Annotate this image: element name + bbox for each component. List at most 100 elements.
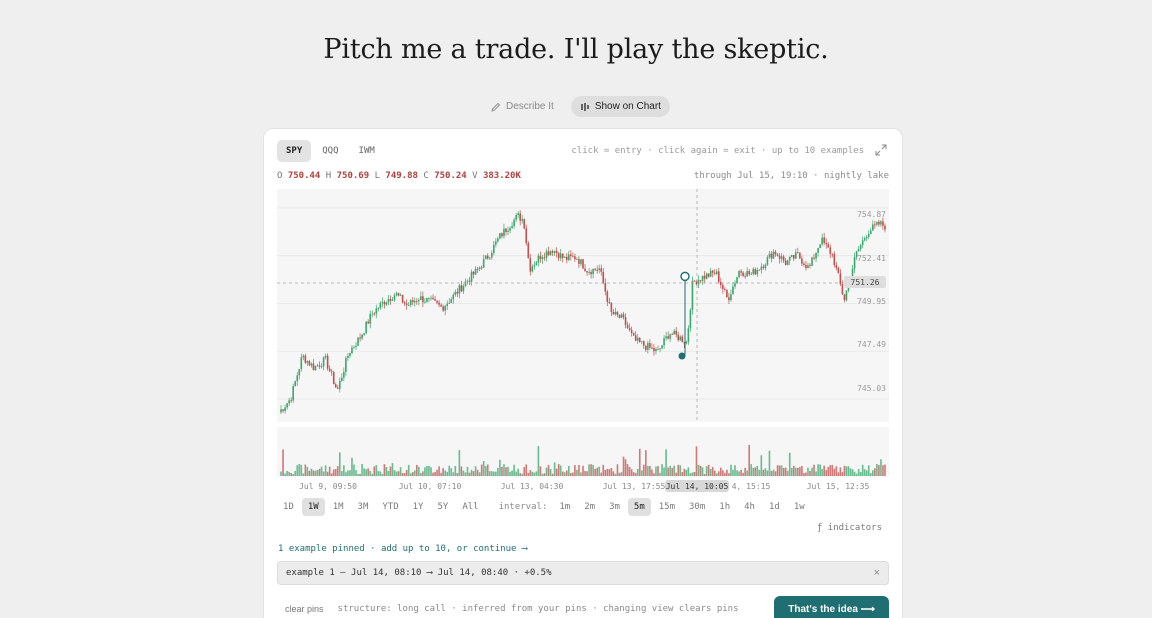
interval-4h[interactable]: 4h [738,498,761,516]
candle [521,219,524,221]
clear-pins-button[interactable]: clear pins [277,604,332,614]
volume-bar [874,468,876,476]
volume-bar [292,473,294,476]
volume-bar [620,472,623,476]
volume-bar [555,468,558,476]
volume-bar [493,471,495,476]
volume-bar [401,473,404,476]
volume-bar [448,465,451,476]
volume-bar [486,464,489,476]
candle [778,255,781,259]
volume-bar [624,459,627,476]
candle [336,387,339,389]
candle [786,260,789,265]
volume-bar [328,466,331,476]
volume-bar [436,469,438,476]
volume-bar [428,465,430,476]
volume-bar [450,468,453,476]
indicators-button[interactable]: ƒ indicators [817,523,882,533]
range-1w[interactable]: 1W [301,498,325,516]
volume-bar [480,464,483,476]
candle [507,230,509,232]
candle [418,300,420,302]
candle [391,299,394,301]
candle [610,302,613,312]
volume-bar [752,467,755,476]
interval-1m[interactable]: 1m [553,498,576,516]
candle [624,317,627,325]
range-3m[interactable]: 3M [352,498,375,516]
volume-bar [839,467,842,476]
volume-bar [703,473,706,476]
volume-bar [604,469,607,476]
range-1d[interactable]: 1D [277,498,300,516]
range-5y[interactable]: 5Y [431,498,454,516]
interval-1d[interactable]: 1d [763,498,786,516]
volume-bar [756,465,759,476]
interval-15m[interactable]: 15m [653,498,681,516]
candle [330,371,333,373]
candle [501,233,503,237]
range-all[interactable]: All [456,498,484,516]
volume-bar [438,466,440,476]
candle [539,255,542,260]
volume-bar [647,466,649,476]
volume-bar [726,469,728,476]
volume-bar [336,466,339,476]
show-on-chart-tab[interactable]: Show on Chart [570,96,670,117]
candle [306,361,309,363]
volume-bar [466,466,469,476]
range-ytd[interactable]: YTD [376,498,404,516]
candle [478,267,481,270]
describe-it-tab[interactable]: Describe It [482,96,563,117]
volume-bar [332,469,335,476]
candle [780,256,783,259]
candle [464,281,467,286]
candle [707,273,710,277]
candle [600,268,603,272]
volume-bar [819,464,821,476]
volume-bar [482,461,485,476]
interval-2m[interactable]: 2m [578,498,601,516]
candle [468,280,471,282]
range-1m[interactable]: 1M [327,498,350,516]
exit-pin [678,352,686,360]
candle [565,256,568,260]
volume-bar [539,466,542,476]
candle [345,357,347,372]
volume-bar [734,465,736,476]
candle [620,314,623,318]
candle [859,245,862,250]
candle [681,336,684,343]
candle [413,300,416,303]
y-tick-label: 745.03 [857,384,886,393]
remove-example-icon[interactable]: × [874,567,880,579]
interval-1w[interactable]: 1w [788,498,811,516]
interval-3m[interactable]: 3m [603,498,626,516]
pinned-status[interactable]: 1 example pinned · add up to 10, or cont… [278,544,527,554]
volume-bar [807,467,809,476]
candle [298,369,301,376]
candle [632,332,635,336]
range-1y[interactable]: 1Y [407,498,430,516]
volume-bar [699,465,702,476]
candle [549,251,552,255]
interval-5m[interactable]: 5m [627,498,651,516]
volume-bar [691,472,694,476]
volume-bar [760,455,763,476]
volume-bar [403,473,406,476]
candle [395,293,398,296]
price-chart[interactable]: 754.87 752.41 749.95 747.49 745.03 751.2… [264,129,904,499]
volume-bar [409,473,412,476]
candle [420,296,422,301]
candle [732,286,734,295]
candle [869,230,872,235]
candle [416,300,418,302]
candle [748,271,750,275]
thats-the-idea-button[interactable]: That's the idea ⟶ [774,596,889,618]
interval-30m[interactable]: 30m [683,498,711,516]
volume-bar [294,470,297,476]
volume-bar [460,466,463,476]
interval-1h[interactable]: 1h [713,498,736,516]
candle [353,346,355,348]
